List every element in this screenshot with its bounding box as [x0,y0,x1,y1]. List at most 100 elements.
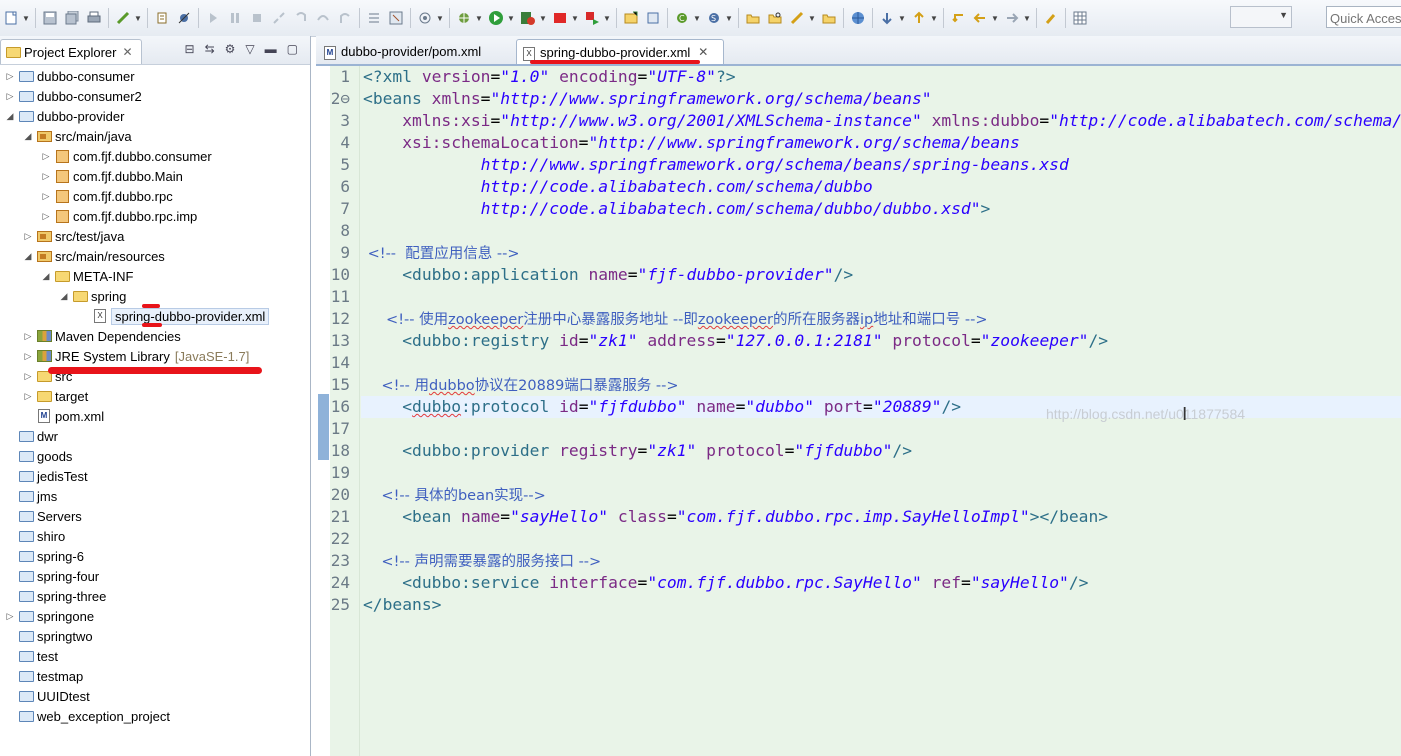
previous-annotation-dropdown-icon[interactable]: ▼ [930,14,938,23]
resume-icon[interactable] [204,9,222,27]
new-class-dropdown-icon[interactable]: ▼ [693,14,701,23]
code-line[interactable]: <dubbo:registry id="zk1" address="127.0.… [363,330,1108,352]
view-menu-icon[interactable]: ▽ [245,42,254,56]
refresh-icon[interactable] [820,9,838,27]
coverage-dropdown-icon[interactable]: ▼ [603,14,611,23]
code-line[interactable]: http://code.alibabatech.com/schema/dubbo [363,176,873,198]
tree-item[interactable]: ◢ src/main/resources [22,246,165,266]
expanded-icon[interactable]: ◢ [40,271,52,282]
collapsed-icon[interactable]: ▷ [40,191,52,202]
tree-item[interactable]: ▷ com.fjf.dubbo.Main [40,166,183,186]
tree-item[interactable]: ▷ target [22,386,89,406]
tree-item[interactable]: Mpom.xml [22,406,104,426]
run-dropdown-icon[interactable]: ▼ [507,14,515,23]
pin-icon[interactable] [1042,9,1060,27]
open-type-dropdown-icon[interactable]: ▼ [725,14,733,23]
tree-item[interactable]: ▷ dubbo-consumer2 [4,86,142,106]
tree-item[interactable]: ▷ dubbo-consumer [4,66,135,86]
new-package-icon[interactable] [644,9,662,27]
layout-icon[interactable] [1071,9,1089,27]
tree-item[interactable]: jms [4,486,57,506]
code-area[interactable]: 1 <?xml version="1.0" encoding="UTF-8"?> 2… [316,66,1401,756]
search-icon[interactable] [766,9,784,27]
tree-item[interactable]: testmap [4,666,83,686]
tree-item[interactable]: spring-6 [4,546,84,566]
drop-to-frame-icon[interactable] [387,9,405,27]
tree-item[interactable]: test [4,646,58,666]
tree-item[interactable]: goods [4,446,72,466]
step-return-icon[interactable] [336,9,354,27]
quick-access-input[interactable] [1326,6,1401,28]
tree-item[interactable]: ▷ Maven Dependencies [22,326,181,346]
code-line[interactable]: </beans> [363,594,441,616]
filter-icon[interactable]: ⚙ [225,42,236,56]
skip-breakpoints-icon[interactable] [175,9,193,27]
globe-icon[interactable] [849,9,867,27]
suspend-icon[interactable] [226,9,244,27]
expanded-icon[interactable]: ◢ [22,251,34,262]
expanded-icon[interactable]: ◢ [22,131,34,142]
coverage-icon[interactable] [583,9,601,27]
code-line[interactable]: <beans xmlns="http://www.springframework… [363,88,932,110]
tab-pom-xml[interactable]: M dubbo-provider/pom.xml [318,39,512,64]
forward-dropdown-icon[interactable]: ▼ [1023,14,1031,23]
build-icon[interactable] [114,9,132,27]
code-line[interactable]: <dubbo:service interface="com.fjf.dubbo.… [363,572,1088,594]
tree-item[interactable]: ▷ JRE System Library [JavaSE-1.7] [22,346,250,366]
collapsed-icon[interactable]: ▷ [22,391,34,402]
minimize-icon[interactable]: ▬ [265,42,277,56]
next-annotation-icon[interactable] [878,9,896,27]
tree-item[interactable]: ▷ src/test/java [22,226,125,246]
run-icon[interactable] [487,9,505,27]
stop-icon[interactable] [551,9,569,27]
tab-project-explorer[interactable]: Project Explorer ✕ [0,39,142,64]
new-java-project-icon[interactable] [622,9,640,27]
code-line[interactable]: <dubbo:provider registry="zk1" protocol=… [363,440,912,462]
code-line[interactable]: <bean name="sayHello" class="com.fjf.dub… [363,506,1108,528]
previous-annotation-icon[interactable] [910,9,928,27]
tree-item[interactable]: spring-three [4,586,106,606]
external-tools-icon[interactable] [455,9,473,27]
tree-item[interactable]: ◢ src/main/java [22,126,132,146]
close-icon[interactable]: ✕ [122,45,132,59]
code-line[interactable]: <?xml version="1.0" encoding="UTF-8"?> [363,66,736,88]
tree-item[interactable]: Xspring-dubbo-provider.xml [78,306,270,326]
perspective-dropdown-icon[interactable]: ▼ [436,14,444,23]
tree-item[interactable]: UUIDtest [4,686,90,706]
disconnect-icon[interactable] [270,9,288,27]
collapsed-icon[interactable]: ▷ [4,71,16,82]
collapsed-icon[interactable]: ▷ [4,91,16,102]
code-line[interactable]: <!-- 配置应用信息 --> [363,242,520,264]
use-step-filters-icon[interactable] [365,9,383,27]
back-dropdown-icon[interactable]: ▼ [991,14,999,23]
perspective-selector[interactable]: ▼ [1230,6,1292,28]
close-icon[interactable]: ✕ [698,45,708,59]
save-icon[interactable] [41,9,59,27]
run-server-icon[interactable] [519,9,537,27]
tree-item[interactable]: ▷ com.fjf.dubbo.rpc.imp [40,206,198,226]
web-browser-dropdown-icon[interactable]: ▼ [808,14,816,23]
new-dropdown-icon[interactable]: ▼ [22,14,30,23]
forward-icon[interactable] [1003,9,1021,27]
code-line[interactable]: xsi:schemaLocation="http://www.springfra… [363,132,1020,154]
collapsed-icon[interactable]: ▷ [40,151,52,162]
code-line[interactable]: http://code.alibabatech.com/schema/dubbo… [363,198,991,220]
step-over-icon[interactable] [314,9,332,27]
last-edit-icon[interactable] [949,9,967,27]
run-server-dropdown-icon[interactable]: ▼ [539,14,547,23]
build-dropdown-icon[interactable]: ▼ [134,14,142,23]
debug-icon[interactable] [153,9,171,27]
tree-item[interactable]: ▷ com.fjf.dubbo.rpc [40,186,173,206]
tree-item[interactable]: ◢ dubbo-provider [4,106,125,126]
code-line[interactable]: <!-- 使用zookeeper注册中心暴露服务地址 --即zookeeper的… [363,308,987,330]
tree-item[interactable]: jedisTest [4,466,88,486]
collapsed-icon[interactable]: ▷ [22,351,34,362]
new-class-icon[interactable]: C [673,9,691,27]
external-tools-dropdown-icon[interactable]: ▼ [475,14,483,23]
tree-item[interactable]: dwr [4,426,58,446]
tree-item[interactable]: web_exception_project [4,706,170,726]
next-annotation-dropdown-icon[interactable]: ▼ [898,14,906,23]
code-line[interactable]: <!-- 声明需要暴露的服务接口 --> [363,550,601,572]
back-icon[interactable] [971,9,989,27]
open-task-icon[interactable] [744,9,762,27]
